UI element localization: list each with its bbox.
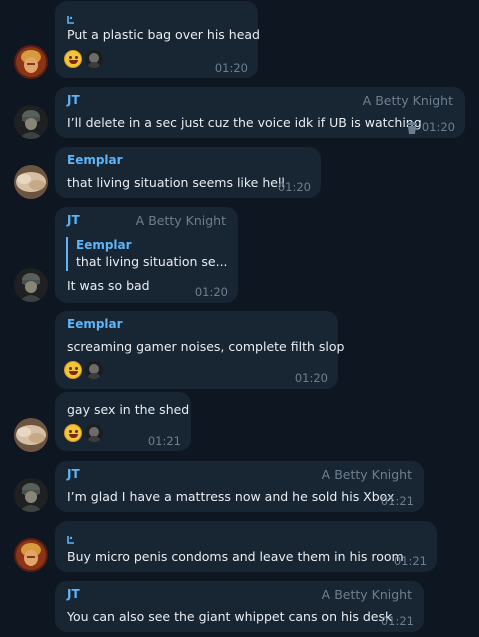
sender-name[interactable]: Eemplar xyxy=(67,317,123,331)
rofl-reaction-icon[interactable] xyxy=(64,50,82,68)
message-bubble[interactable]: JT A Betty Knight You can also see the g… xyxy=(55,581,424,632)
reply-text: that living situation se... xyxy=(76,254,228,269)
sender-name[interactable]: JT xyxy=(67,93,80,107)
user-avatar[interactable] xyxy=(14,165,48,199)
message-bubble[interactable]: JT A Betty Knight Eemplar that living si… xyxy=(55,207,238,303)
message-bubble[interactable]: Put a plastic bag over his head 01:20 xyxy=(55,1,260,78)
rofl-reaction-icon[interactable] xyxy=(64,361,82,379)
message-text: It was so bad xyxy=(67,278,150,293)
user-avatar[interactable] xyxy=(14,478,48,512)
reactor-avatar xyxy=(85,50,103,68)
message-text: screaming gamer noises, complete filth s… xyxy=(67,339,345,354)
user-avatar[interactable] xyxy=(14,418,48,452)
message-text: Buy micro penis condoms and leave them i… xyxy=(67,549,404,564)
message-time: 01:21 xyxy=(380,494,414,508)
reactor-avatar xyxy=(85,361,103,379)
sender-badge-icon xyxy=(67,10,75,24)
member-role: A Betty Knight xyxy=(321,587,412,602)
message-text: You can also see the giant whippet cans … xyxy=(67,609,393,624)
reactions-row[interactable] xyxy=(64,359,103,381)
message-text: that living situation seems like hell xyxy=(67,175,285,190)
user-avatar[interactable] xyxy=(14,538,48,572)
message-text: gay sex in the shed xyxy=(67,402,190,417)
member-role: A Betty Knight xyxy=(321,467,412,482)
message-text: I’m glad I have a mattress now and he so… xyxy=(67,489,395,504)
message-bubble[interactable]: JT A Betty Knight I’m glad I have a matt… xyxy=(55,461,424,512)
user-avatar[interactable] xyxy=(14,268,48,302)
message-time: 01:20 xyxy=(421,120,455,134)
message-bubble[interactable]: Eemplar screaming gamer noises, complete… xyxy=(55,311,344,389)
trash-icon xyxy=(407,119,417,134)
reactions-row[interactable] xyxy=(64,422,103,444)
message-bubble[interactable]: Buy micro penis condoms and leave them i… xyxy=(55,521,437,572)
sender-name[interactable]: JT xyxy=(67,587,80,601)
sender-name[interactable]: Eemplar xyxy=(67,153,123,167)
message-bubble[interactable]: gay sex in the shed 01:21 xyxy=(55,392,191,451)
reactions-row[interactable] xyxy=(64,48,103,70)
message-time: 01:20 xyxy=(194,285,228,299)
sender-badge-icon xyxy=(67,530,75,544)
rofl-reaction-icon[interactable] xyxy=(64,424,82,442)
reply-sender: Eemplar xyxy=(76,238,132,252)
chat-history[interactable]: Put a plastic bag over his head 01:20 JT… xyxy=(0,0,479,637)
message-bubble[interactable]: Eemplar that living situation seems like… xyxy=(55,147,321,198)
member-role: A Betty Knight xyxy=(362,93,453,108)
message-text: Put a plastic bag over his head xyxy=(67,27,260,42)
message-bubble[interactable]: JT A Betty Knight I’ll delete in a sec j… xyxy=(55,87,465,138)
user-avatar[interactable] xyxy=(14,45,48,79)
member-role: A Betty Knight xyxy=(135,213,226,228)
sender-name[interactable]: JT xyxy=(67,213,80,227)
user-avatar[interactable] xyxy=(14,105,48,139)
message-time: 01:20 xyxy=(277,180,311,194)
message-time: 01:21 xyxy=(393,554,427,568)
sender-name[interactable]: JT xyxy=(67,467,80,481)
reply-quote[interactable]: Eemplar that living situation se... xyxy=(66,237,228,271)
message-time: 01:21 xyxy=(380,614,414,628)
reactor-avatar xyxy=(85,424,103,442)
message-text: I’ll delete in a sec just cuz the voice … xyxy=(67,115,422,130)
message-time: 01:21 xyxy=(147,434,181,448)
message-time: 01:20 xyxy=(214,61,248,75)
message-time: 01:20 xyxy=(294,371,328,385)
